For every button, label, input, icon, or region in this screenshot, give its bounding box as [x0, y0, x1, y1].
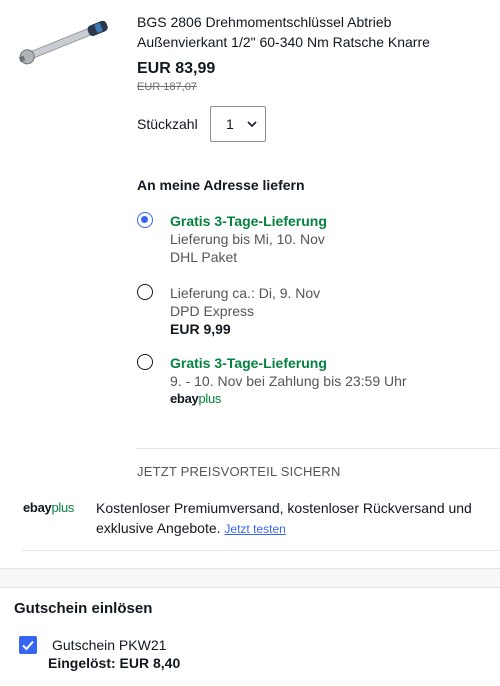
- product-title[interactable]: BGS 2806 Drehmomentschlüssel Abtrieb Auß…: [137, 12, 477, 52]
- delivery-option-2[interactable]: Lieferung ca.: Di, 9. Nov DPD Express EU…: [170, 284, 320, 338]
- quantity-value: 1: [226, 116, 234, 132]
- coupon-name: Gutschein PKW21: [52, 637, 167, 653]
- delivery-option-2-date: Lieferung ca.: Di, 9. Nov: [170, 285, 321, 301]
- delivery-option-1-radio[interactable]: [137, 212, 153, 228]
- quantity-label: Stückzahl: [137, 116, 198, 132]
- section-separator: [0, 568, 500, 588]
- coupon-checkbox[interactable]: [19, 636, 37, 654]
- product-price: EUR 83,99: [137, 60, 216, 77]
- delivery-option-1-date: Lieferung bis Mi, 10. Nov: [170, 231, 325, 247]
- delivery-option-1[interactable]: Gratis 3-Tage-Lieferung Lieferung bis Mi…: [170, 212, 327, 266]
- checkmark-icon: [22, 640, 34, 651]
- original-price: EUR 187,07: [137, 81, 197, 93]
- delivery-option-3-radio[interactable]: [137, 354, 153, 370]
- coupon-section-title: Gutschein einlösen: [14, 600, 153, 617]
- try-now-link[interactable]: Jetzt testen: [224, 522, 285, 536]
- ebayplus-logo: ebayplus: [170, 391, 222, 406]
- divider: [22, 550, 500, 551]
- promo-heading: JETZT PREISVORTEIL SICHERN: [137, 464, 341, 479]
- delivery-option-2-price: EUR 9,99: [170, 321, 231, 337]
- delivery-option-3[interactable]: Gratis 3-Tage-Lieferung 9. - 10. Nov bei…: [170, 354, 407, 408]
- delivery-option-3-date: 9. - 10. Nov bei Zahlung bis 23:59 Uhr: [170, 373, 407, 389]
- promo-ebayplus-logo: ebayplus: [23, 500, 75, 515]
- coupon-redeemed-amount: Eingelöst: EUR 8,40: [48, 655, 181, 671]
- quantity-select[interactable]: 1: [210, 106, 266, 142]
- delivery-option-2-radio[interactable]: [137, 284, 153, 300]
- delivery-option-2-carrier: DPD Express: [170, 303, 255, 319]
- divider: [137, 448, 500, 449]
- delivery-option-1-carrier: DHL Paket: [170, 249, 238, 265]
- delivery-option-1-title: Gratis 3-Tage-Lieferung: [170, 213, 327, 229]
- delivery-option-3-title: Gratis 3-Tage-Lieferung: [170, 355, 327, 371]
- chevron-down-icon: [246, 117, 258, 135]
- product-image[interactable]: [14, 10, 116, 72]
- promo-text: Kostenloser Premiumversand, kostenloser …: [96, 498, 486, 539]
- delivery-section-title: An meine Adresse liefern: [137, 177, 305, 193]
